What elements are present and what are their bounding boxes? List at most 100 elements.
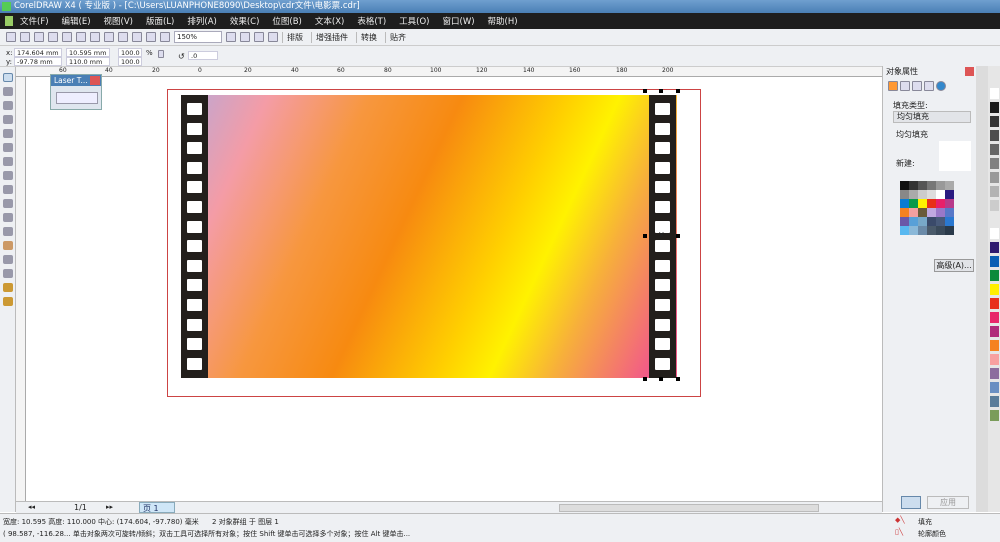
menu-text[interactable]: 文本(X) — [315, 15, 344, 27]
tab-internet-icon[interactable] — [936, 81, 946, 91]
eyedropper-icon[interactable] — [3, 255, 13, 264]
zoom-page-icon[interactable] — [268, 32, 278, 42]
export-icon[interactable] — [146, 32, 156, 42]
palette-swatch[interactable] — [990, 130, 999, 141]
menu-bitmaps[interactable]: 位图(B) — [272, 15, 301, 27]
rotation-field[interactable]: .0 — [188, 51, 218, 60]
color-swatch[interactable] — [936, 226, 945, 235]
menu-layout[interactable]: 版面(L) — [146, 15, 174, 27]
color-swatch[interactable] — [918, 190, 927, 199]
color-swatch[interactable] — [918, 181, 927, 190]
color-swatch[interactable] — [918, 199, 927, 208]
palette-swatch[interactable] — [990, 172, 999, 183]
color-swatch[interactable] — [945, 208, 954, 217]
color-swatch[interactable] — [909, 217, 918, 226]
open-icon[interactable] — [20, 32, 30, 42]
color-swatch[interactable] — [927, 217, 936, 226]
palette-swatch[interactable] — [990, 284, 999, 295]
palette-swatch[interactable] — [990, 354, 999, 365]
first-page-icon[interactable]: ◂◂ — [28, 503, 35, 511]
color-swatch[interactable] — [900, 190, 909, 199]
plugins-button[interactable]: 增强插件 — [311, 31, 352, 43]
interactive-fill-icon[interactable] — [3, 297, 13, 306]
paste-icon[interactable] — [90, 32, 100, 42]
typeset-button[interactable]: 排版 — [282, 31, 307, 43]
y-position-field[interactable]: -97.78 mm — [14, 57, 62, 66]
palette-swatch[interactable] — [990, 396, 999, 407]
color-swatch[interactable] — [927, 226, 936, 235]
pick-tool-icon[interactable] — [3, 73, 13, 82]
docker-close-icon[interactable] — [965, 67, 974, 76]
page-tab-1[interactable]: 页 1 — [139, 502, 175, 513]
table-tool-icon[interactable] — [3, 227, 13, 236]
zoom-in-icon[interactable] — [226, 32, 236, 42]
color-swatch[interactable] — [918, 217, 927, 226]
color-swatch[interactable] — [918, 208, 927, 217]
palette-swatch[interactable] — [990, 144, 999, 155]
next-page-icon[interactable]: ▸▸ — [106, 503, 113, 511]
color-swatch[interactable] — [927, 190, 936, 199]
palette-swatch[interactable] — [990, 214, 999, 225]
height-field[interactable]: 110.0 mm — [66, 57, 110, 66]
palette-swatch[interactable] — [990, 326, 999, 337]
color-swatch[interactable] — [936, 190, 945, 199]
horizontal-scrollbar[interactable] — [559, 504, 819, 512]
color-swatch[interactable] — [945, 190, 954, 199]
redo-icon[interactable] — [118, 32, 128, 42]
color-swatch[interactable] — [909, 208, 918, 217]
palette-swatch[interactable] — [990, 158, 999, 169]
rectangle-tool-icon[interactable] — [3, 157, 13, 166]
launcher-icon[interactable] — [160, 32, 170, 42]
palette-swatch[interactable] — [990, 242, 999, 253]
ellipse-tool-icon[interactable] — [3, 171, 13, 180]
menu-edit[interactable]: 编辑(E) — [62, 15, 91, 27]
x-position-field[interactable]: 174.604 mm — [14, 48, 62, 57]
menu-help[interactable]: 帮助(H) — [488, 15, 518, 27]
color-swatch[interactable] — [927, 181, 936, 190]
outline-tool-icon[interactable] — [3, 269, 13, 278]
palette-swatch[interactable] — [990, 228, 999, 239]
interactive-tool-icon[interactable] — [3, 241, 13, 250]
shape-tool-icon[interactable] — [3, 87, 13, 96]
palette-swatch[interactable] — [990, 382, 999, 393]
palette-swatch[interactable] — [990, 116, 999, 127]
freehand-tool-icon[interactable] — [3, 129, 13, 138]
tab-fill-icon[interactable] — [888, 81, 898, 91]
import-icon[interactable] — [132, 32, 142, 42]
color-swatch[interactable] — [909, 190, 918, 199]
scale-x-field[interactable]: 100.0 — [118, 48, 142, 57]
lock-button[interactable] — [901, 496, 921, 509]
palette-swatch[interactable] — [990, 340, 999, 351]
color-swatch[interactable] — [945, 199, 954, 208]
palette-swatch[interactable] — [990, 410, 999, 421]
width-field[interactable]: 10.595 mm — [66, 48, 110, 57]
zoom-tool-icon[interactable] — [3, 115, 13, 124]
snap-button[interactable]: 贴齐 — [385, 31, 410, 43]
palette-swatch[interactable] — [990, 102, 999, 113]
palette-swatch[interactable] — [990, 368, 999, 379]
zoom-select[interactable]: 150% — [174, 31, 222, 43]
palette-swatch[interactable] — [990, 256, 999, 267]
menu-effects[interactable]: 效果(C) — [230, 15, 260, 27]
color-swatch[interactable] — [900, 217, 909, 226]
color-swatch[interactable] — [909, 199, 918, 208]
color-swatch[interactable] — [936, 217, 945, 226]
zoom-out-icon[interactable] — [240, 32, 250, 42]
palette-swatch[interactable] — [990, 312, 999, 323]
film-strip-left[interactable] — [181, 95, 208, 378]
color-swatch[interactable] — [936, 181, 945, 190]
smart-fill-icon[interactable] — [3, 143, 13, 152]
color-swatch[interactable] — [918, 226, 927, 235]
new-icon[interactable] — [6, 32, 16, 42]
color-swatch[interactable] — [900, 226, 909, 235]
palette-swatch[interactable] — [990, 270, 999, 281]
close-icon[interactable] — [90, 76, 100, 85]
color-swatch[interactable] — [945, 226, 954, 235]
color-swatch[interactable] — [927, 208, 936, 217]
fill-tool-icon[interactable] — [3, 283, 13, 292]
zoom-fit-icon[interactable] — [254, 32, 264, 42]
fill-type-select[interactable]: 均匀填充 — [893, 111, 971, 123]
scale-y-field[interactable]: 100.0 — [118, 57, 142, 66]
color-swatch[interactable] — [900, 181, 909, 190]
color-swatch[interactable] — [900, 208, 909, 217]
